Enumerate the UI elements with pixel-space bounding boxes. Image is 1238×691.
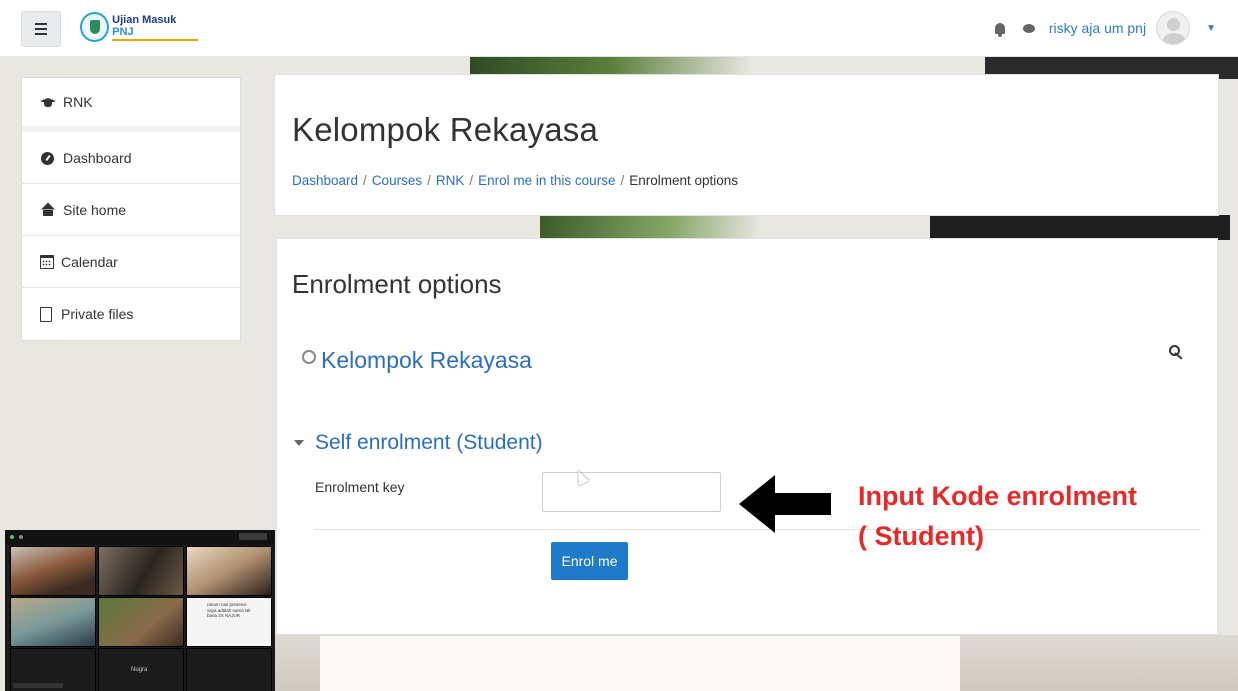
hamburger-icon <box>35 22 47 37</box>
logo-text: Ujian Masuk PNJ <box>112 14 198 41</box>
dashboard-icon <box>40 151 56 165</box>
sidebar-item-label: Dashboard <box>63 149 132 166</box>
enrol-me-button[interactable]: Enrol me <box>551 542 628 580</box>
breadcrumb-enrol[interactable]: Enrol me in this course <box>478 173 615 188</box>
video-toolbar <box>5 530 275 545</box>
status-dot-icon <box>19 535 23 539</box>
username[interactable]: risky aja um pnj <box>1049 20 1146 36</box>
view-button[interactable] <box>239 533 267 540</box>
video-call-overlay: ranum nas presensi saya adalah nama Nk b… <box>5 530 275 691</box>
enrolment-card: Enrolment options Kelompok Rekayasa Self… <box>276 238 1218 635</box>
collapse-caret-icon <box>294 440 304 446</box>
chat-icon[interactable] <box>1022 23 1035 33</box>
site-logo[interactable]: Ujian Masuk PNJ <box>80 10 198 44</box>
video-tile <box>10 597 96 647</box>
sidebar-item-label: RNK <box>63 94 93 110</box>
video-tile <box>186 648 272 691</box>
video-footer <box>13 683 63 688</box>
sidebar-item-dashboard[interactable]: Dashboard <box>22 132 240 184</box>
page-title: Kelompok Rekayasa <box>292 111 599 148</box>
sidebar-item-label: Site home <box>63 201 127 218</box>
breadcrumb-current: Enrolment options <box>629 173 739 188</box>
breadcrumb-separator: / <box>427 173 431 188</box>
sidebar-item-calendar[interactable]: Calendar <box>22 236 240 288</box>
video-tile <box>186 546 272 596</box>
sidebar-item-rnk[interactable]: RNK <box>22 78 240 132</box>
status-dot-icon <box>10 535 14 539</box>
sidebar-item-label: Calendar <box>61 253 118 270</box>
video-tile <box>10 546 96 596</box>
sidebar-item-private-files[interactable]: Private files <box>22 288 240 340</box>
annotation-arrow-icon <box>739 475 831 533</box>
home-icon <box>40 203 56 217</box>
logo-icon <box>80 12 110 42</box>
background-paper <box>320 636 960 691</box>
file-icon <box>40 306 52 322</box>
background-dark-band <box>930 215 1230 240</box>
breadcrumb-separator: / <box>620 173 625 188</box>
user-menu: risky aja um pnj ▼ <box>994 11 1216 45</box>
participant-name: Nugra <box>131 667 148 673</box>
chevron-down-icon[interactable]: ▼ <box>1206 23 1216 34</box>
section-title: Enrolment options <box>292 269 502 299</box>
calendar-icon <box>40 254 54 269</box>
breadcrumb-rnk[interactable]: RNK <box>436 173 465 188</box>
bell-icon[interactable] <box>994 22 1005 37</box>
top-navbar: Ujian Masuk PNJ risky aja um pnj ▼ <box>0 0 1238 57</box>
course-name: Kelompok Rekayasa <box>321 347 532 373</box>
menu-toggle-button[interactable] <box>21 11 61 47</box>
graduation-cap-icon <box>40 95 56 109</box>
logo-text-brand: PNJ <box>112 25 134 38</box>
nav-drawer: RNK Dashboard Site home Calendar Private… <box>21 77 241 341</box>
self-enrolment-heading: Self enrolment (Student) <box>315 431 543 454</box>
shared-text: ranum nas presensi saya adalah nama Nk b… <box>207 602 251 618</box>
course-link[interactable]: Kelompok Rekayasa <box>302 347 532 374</box>
annotation-text: Input Kode enrolment ( Student) <box>858 481 1137 551</box>
enrolment-key-input[interactable] <box>542 472 721 512</box>
background-leaf <box>540 216 760 238</box>
breadcrumb-courses[interactable]: Courses <box>372 173 422 188</box>
self-enrolment-toggle[interactable]: Self enrolment (Student) <box>294 431 543 455</box>
breadcrumb-separator: / <box>469 173 474 188</box>
logo-text-main: Ujian Masuk <box>112 13 177 26</box>
page-header: Kelompok Rekayasa Dashboard / Courses / RNK /… <box>274 74 1219 216</box>
breadcrumb-separator: / <box>363 173 367 188</box>
breadcrumb: Dashboard / Courses / RNK / Enrol me in this c… <box>292 173 738 188</box>
key-icon <box>1169 345 1185 361</box>
breadcrumb-dashboard[interactable]: Dashboard <box>292 173 358 188</box>
video-tile <box>98 597 184 647</box>
avatar[interactable] <box>1156 11 1191 45</box>
enrolment-key-label: Enrolment key <box>315 479 405 495</box>
course-icon <box>302 349 316 364</box>
video-tile <box>98 546 184 596</box>
sidebar-item-label: Private files <box>61 306 134 322</box>
sidebar-item-site-home[interactable]: Site home <box>22 184 240 236</box>
